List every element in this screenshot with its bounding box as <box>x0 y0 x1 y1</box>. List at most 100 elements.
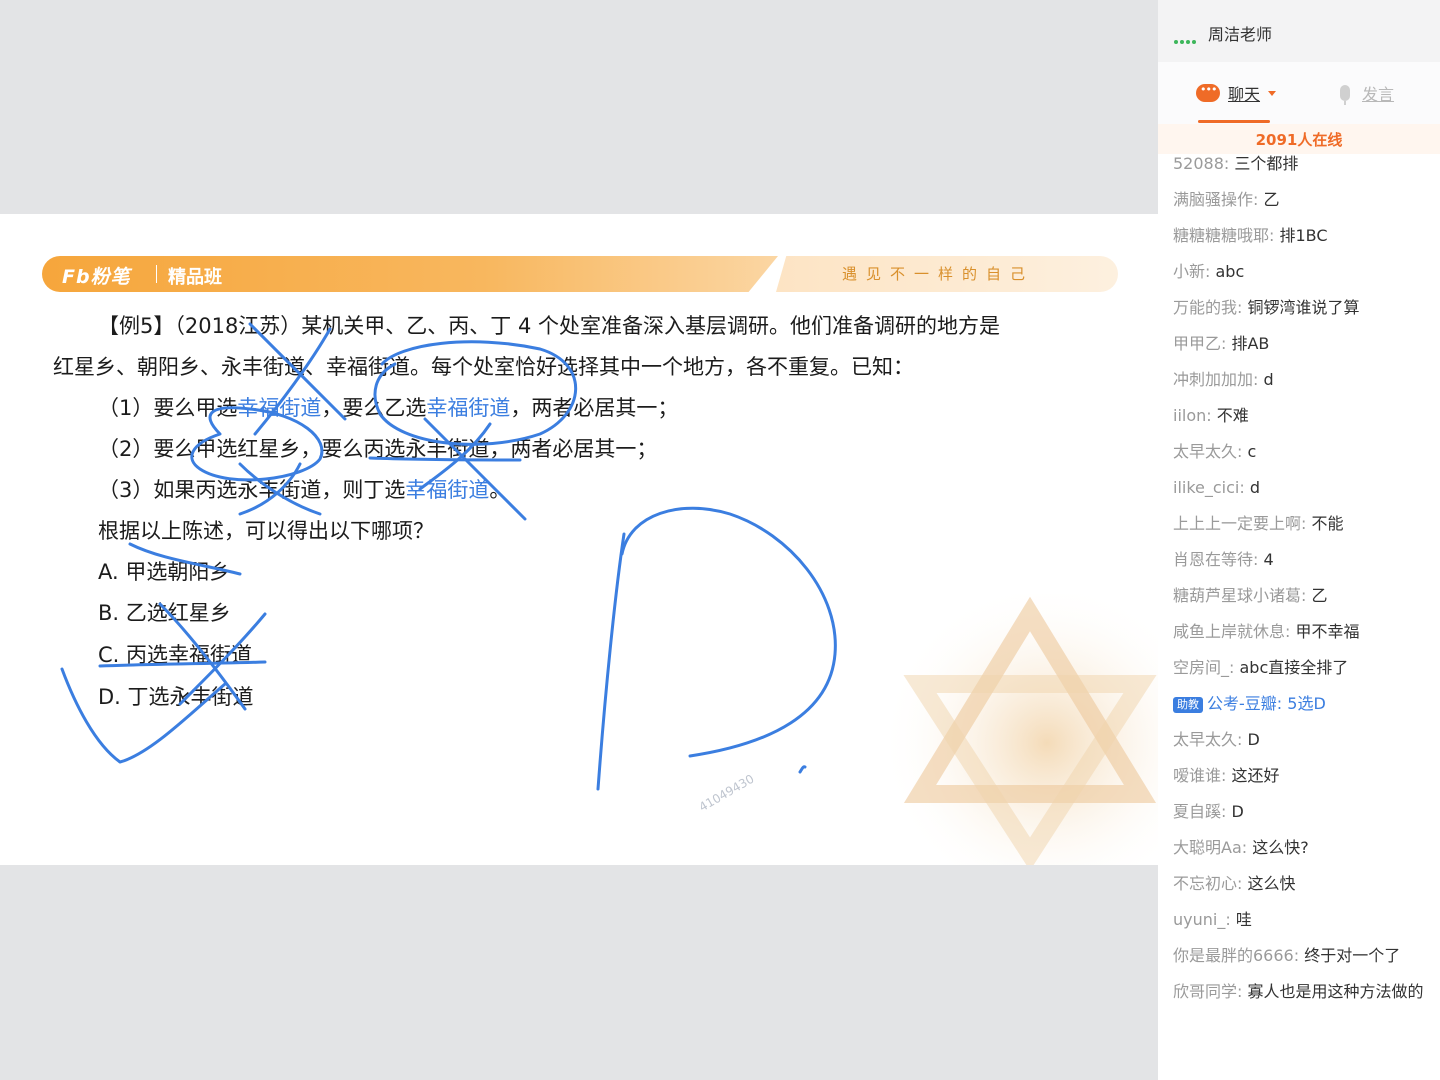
chat-username[interactable]: 肖恩在等待: <box>1173 550 1263 569</box>
chat-text: d <box>1263 370 1274 389</box>
lecture-slide: Fb粉笔 精品班 遇见不一样的自己 【例5】（2018江苏）某机关甲、乙、丙、丁… <box>0 214 1158 865</box>
option-d: D. 丁选永丰街道 <box>98 685 254 709</box>
chat-message: 小新: abc <box>1158 254 1440 290</box>
chat-username[interactable]: uyuni_: <box>1173 910 1236 929</box>
chat-message: 肖恩在等待: 4 <box>1158 542 1440 578</box>
chat-text: D <box>1231 802 1244 821</box>
chat-text: 哇 <box>1235 910 1252 929</box>
watermark-star-graphic <box>880 594 1158 865</box>
chat-username[interactable]: 甲甲乙: <box>1173 334 1231 353</box>
chat-text: 不能 <box>1311 514 1344 533</box>
chat-username[interactable]: iilon: <box>1173 406 1217 425</box>
chat-text: 这么快? <box>1252 838 1309 857</box>
chat-username[interactable]: 冲刺加加加: <box>1173 370 1263 389</box>
course-label: 精品班 <box>168 267 222 288</box>
chat-text: 铜锣湾谁说了算 <box>1247 298 1360 317</box>
chat-text: 终于对一个了 <box>1304 946 1401 965</box>
user-id-watermark: 41049430 <box>696 771 757 815</box>
chat-text: d <box>1249 478 1260 497</box>
chat-username[interactable]: ilike_cici: <box>1173 478 1250 497</box>
chat-message: ilike_cici: d <box>1158 470 1440 506</box>
chat-message: 助教 公考-豆瓣: 5选D <box>1158 686 1440 722</box>
chat-message: 甲甲乙: 排AB <box>1158 326 1440 362</box>
question-line-1: 【例5】（2018江苏）某机关甲、乙、丙、丁 4 个处室准备深入基层调研。他们准… <box>98 314 1001 338</box>
chat-message: 上上上一定要上啊: 不能 <box>1158 506 1440 542</box>
panel-tabs: 聊天 发言 <box>1158 62 1440 124</box>
chat-text: abc <box>1215 262 1245 281</box>
option-c: C. 丙选幸福街道 <box>98 643 253 667</box>
chat-text: 乙 <box>1311 586 1328 605</box>
chat-username[interactable]: 52088: <box>1173 154 1234 173</box>
chat-username[interactable]: 太早太久: <box>1173 442 1247 461</box>
chat-username[interactable]: 你是最胖的6666: <box>1173 946 1304 965</box>
chat-message: 咸鱼上岸就休息: 甲不幸福 <box>1158 614 1440 650</box>
chat-message: 夏自蹊: D <box>1158 794 1440 830</box>
chat-username[interactable]: 欣哥同学: <box>1173 982 1247 1001</box>
chat-username[interactable]: 嗳谁谁: <box>1173 766 1231 785</box>
slide-header-banner <box>42 256 778 292</box>
tab-chat-label: 聊天 <box>1228 85 1261 104</box>
chat-text: 5选D <box>1287 694 1326 713</box>
teacher-bar: 周洁老师 <box>1158 0 1440 62</box>
chat-message: 大聪明Aa: 这么快? <box>1158 830 1440 866</box>
chat-text: 这还好 <box>1231 766 1280 785</box>
tab-speak[interactable]: 发言 <box>1340 81 1394 105</box>
chat-username[interactable]: 咸鱼上岸就休息: <box>1173 622 1295 641</box>
chat-username[interactable]: 上上上一定要上啊: <box>1173 514 1311 533</box>
logo-divider <box>156 265 157 283</box>
chat-username[interactable]: 空房间_: <box>1173 658 1239 677</box>
chat-panel: 周洁老师 聊天 发言 2091人在线 52088: 三个都排满脑骚操作: 乙糖糖… <box>1158 0 1440 1080</box>
chat-username[interactable]: 小新: <box>1173 262 1215 281</box>
chat-username[interactable]: 万能的我: <box>1173 298 1247 317</box>
chat-message: 满脑骚操作: 乙 <box>1158 182 1440 218</box>
chat-text: 三个都排 <box>1234 154 1299 173</box>
question-line-2: 红星乡、朝阳乡、永丰街道、幸福街道。每个处室恰好选择其中一个地方，各不重复。已知… <box>53 355 914 379</box>
chat-username[interactable]: 满脑骚操作: <box>1173 190 1263 209</box>
chat-message: 嗳谁谁: 这还好 <box>1158 758 1440 794</box>
chat-username[interactable]: 公考-豆瓣: <box>1207 694 1287 713</box>
chat-text: 甲不幸福 <box>1295 622 1360 641</box>
chat-message: 太早太久: c <box>1158 434 1440 470</box>
chat-text: abc直接全排了 <box>1239 658 1349 677</box>
question-prompt: 根据以上陈述，可以得出以下哪项？ <box>98 519 434 543</box>
chat-message: 欣哥同学: 寡人也是用这种方法做的 <box>1158 974 1440 1010</box>
chat-text: 寡人也是用这种方法做的 <box>1247 982 1424 1001</box>
chat-text: D <box>1247 730 1260 749</box>
chat-message: iilon: 不难 <box>1158 398 1440 434</box>
fenbi-logo: Fb粉笔 <box>62 266 131 288</box>
active-tab-indicator <box>1198 120 1270 123</box>
chat-username[interactable]: 不忘初心: <box>1173 874 1247 893</box>
tab-chat[interactable]: 聊天 <box>1196 81 1277 105</box>
condition-3: （3）如果丙选永丰街道，则丁选幸福街道。 <box>98 478 511 502</box>
chat-text: c <box>1247 442 1257 461</box>
chat-message: 太早太久: D <box>1158 722 1440 758</box>
video-stage: Fb粉笔 精品班 遇见不一样的自己 【例5】（2018江苏）某机关甲、乙、丙、丁… <box>0 0 1158 1080</box>
chat-message-list[interactable]: 52088: 三个都排 满脑骚操作: 乙糖糖糖糖哦耶: 排1BC 小新: abc 万能… <box>1158 154 1440 1080</box>
chat-text: 不难 <box>1216 406 1249 425</box>
teacher-name: 周洁老师 <box>1208 25 1273 44</box>
chat-username[interactable]: 糖糖糖糖哦耶: <box>1173 226 1279 245</box>
chat-text: 乙 <box>1263 190 1280 209</box>
assistant-badge: 助教 <box>1173 697 1203 713</box>
option-a: A. 甲选朝阳乡 <box>98 560 231 584</box>
chat-text: 4 <box>1263 550 1274 569</box>
chat-username[interactable]: 夏自蹊: <box>1173 802 1231 821</box>
chat-username[interactable]: 大聪明Aa: <box>1173 838 1252 857</box>
microphone-icon <box>1340 85 1350 105</box>
option-b: B. 乙选红星乡 <box>98 601 231 625</box>
chat-message: 冲刺加加加: d <box>1158 362 1440 398</box>
caret-down-icon[interactable] <box>1268 90 1277 96</box>
chat-username[interactable]: 太早太久: <box>1173 730 1247 749</box>
audio-level-icon <box>1174 29 1198 48</box>
online-count: 2091人在线 <box>1158 124 1440 154</box>
tab-speak-label: 发言 <box>1362 85 1395 104</box>
chat-username[interactable]: 糖葫芦星球小诸葛: <box>1173 586 1311 605</box>
chat-message: uyuni_: 哇 <box>1158 902 1440 938</box>
chat-message: 糖糖糖糖哦耶: 排1BC <box>1158 218 1440 254</box>
chat-message: 空房间_: abc直接全排了 <box>1158 650 1440 686</box>
condition-2: （2）要么甲选红星乡，要么丙选永丰街道，两者必居其一； <box>98 437 658 461</box>
chat-text: 排1BC <box>1279 226 1328 245</box>
chat-message: 糖葫芦星球小诸葛: 乙 <box>1158 578 1440 614</box>
chat-bubble-icon <box>1196 83 1220 102</box>
chat-text: 排AB <box>1231 334 1270 353</box>
